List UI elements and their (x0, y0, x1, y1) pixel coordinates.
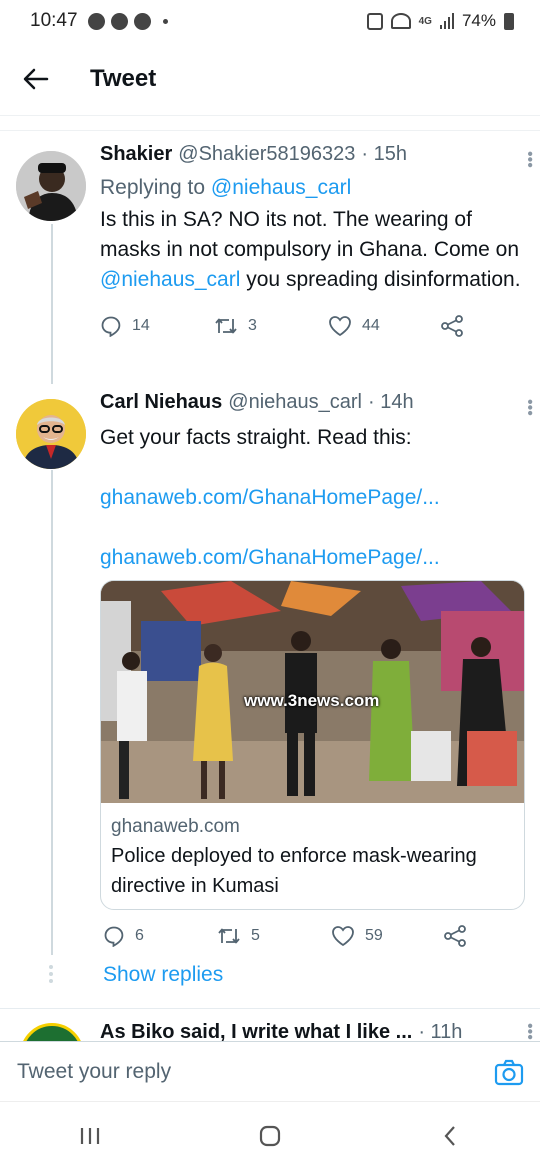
like-count: 44 (362, 317, 380, 334)
more-notifications-icon (162, 18, 168, 24)
tweet-carl-niehaus[interactable]: Carl Niehaus @niehaus_carl · 14h Get you… (0, 391, 540, 961)
timestamp: · 11h (418, 1021, 463, 1041)
share-button[interactable] (440, 315, 464, 337)
article-link-2[interactable]: ghanaweb.com/GhanaHomePage/... (100, 543, 525, 573)
retweet-icon (218, 928, 240, 944)
hotspot-icon (390, 13, 411, 29)
tweet-header: Carl Niehaus @niehaus_carl · 14h (100, 391, 525, 421)
handle[interactable]: @Shakier58196323 (178, 143, 355, 166)
replying-to: Replying to @niehaus_carl (100, 173, 525, 203)
card-title: Police deployed to enforce mask-wearing … (111, 845, 477, 897)
retweet-button[interactable]: 3 (214, 316, 328, 336)
system-navigation-bar (0, 1101, 540, 1170)
replying-prefix: Replying to (100, 176, 206, 199)
recent-apps-button[interactable] (60, 1116, 120, 1156)
avatar[interactable] (20, 1023, 84, 1041)
retweet-icon (215, 318, 237, 334)
tweet-text: Get your facts straight. Read this: (100, 426, 412, 449)
like-count: 59 (365, 927, 383, 944)
mention-link[interactable]: @niehaus_carl (100, 268, 240, 291)
thread-dots (49, 965, 53, 986)
reply-count: 6 (135, 927, 144, 944)
reply-count: 14 (132, 317, 150, 334)
chevron-left-icon (444, 1126, 455, 1146)
card-image: www.3news.com (101, 581, 524, 803)
avatar[interactable] (16, 151, 86, 221)
avatar[interactable] (16, 399, 86, 469)
status-bar: 10:47 4G 74% (0, 0, 540, 42)
tweet-text-part: Is this in SA? NO its not. The wearing o… (100, 208, 520, 261)
signal-icon (439, 13, 454, 29)
home-button[interactable] (240, 1116, 300, 1156)
chrome-notification-icon (87, 12, 105, 30)
avatar-image (16, 399, 86, 469)
share-button[interactable] (443, 925, 467, 947)
more-options-icon[interactable]: ••• (521, 151, 538, 168)
display-name[interactable]: As Biko said, I write what I like ... (100, 1021, 412, 1041)
reply-input[interactable]: Tweet your reply (17, 1060, 171, 1084)
tweet-header: Shakier @Shakier58196323 · 15h (100, 143, 525, 173)
recent-apps-icon (80, 1128, 100, 1144)
next-tweet-partial[interactable]: As Biko said, I write what I like ... · … (0, 1009, 540, 1041)
link-preview-card[interactable]: www.3news.com ghanaweb.com Police deploy… (100, 580, 525, 910)
divider (0, 130, 540, 131)
more-options-icon[interactable]: ••• (521, 1023, 538, 1040)
whatsapp-notification-icon (110, 12, 128, 30)
network-type: 4G (418, 15, 432, 27)
arrow-left-icon (23, 68, 49, 89)
display-name[interactable]: Carl Niehaus (100, 391, 222, 414)
action-bar: 14 3 44 (100, 311, 525, 341)
display-name[interactable]: Shakier (100, 143, 172, 166)
camera-icon[interactable] (494, 1058, 524, 1088)
share-icon (444, 925, 466, 947)
action-bar: 6 5 59 (103, 921, 467, 951)
home-icon (259, 1125, 281, 1147)
card-domain: ghanaweb.com (111, 816, 240, 837)
retweet-count: 5 (251, 927, 260, 944)
more-options-icon[interactable]: ••• (521, 399, 538, 416)
reply-composer[interactable]: Tweet your reply (0, 1041, 540, 1101)
like-button[interactable]: 59 (331, 925, 443, 947)
replying-to-link[interactable]: @niehaus_carl (211, 176, 351, 199)
article-link[interactable]: ghanaweb.com/GhanaHomePage/... (100, 483, 525, 513)
heart-icon (329, 316, 351, 337)
battery-percent: 74% (461, 11, 496, 30)
retweet-button[interactable]: 5 (217, 926, 331, 946)
tweet-text: Is this in SA? NO its not. The wearing o… (100, 205, 525, 295)
battery-icon (504, 12, 514, 30)
heart-icon (332, 926, 354, 947)
tweet-header: As Biko said, I write what I like ... · … (100, 1021, 462, 1041)
back-nav-button[interactable] (420, 1116, 480, 1156)
tweet-shakier[interactable]: Shakier @Shakier58196323 · 15h Replying … (0, 143, 540, 383)
reply-icon (104, 926, 124, 947)
like-button[interactable]: 44 (328, 315, 440, 337)
reply-button[interactable]: 6 (103, 925, 217, 947)
lock-icon (366, 12, 383, 30)
page-title: Tweet (90, 64, 157, 92)
top-app-bar: Tweet (0, 42, 540, 116)
show-replies-link[interactable]: Show replies (103, 963, 223, 987)
status-time: 10:47 (30, 10, 78, 31)
handle[interactable]: @niehaus_carl (228, 391, 362, 414)
back-button[interactable] (0, 42, 76, 116)
retweet-count: 3 (248, 317, 257, 334)
share-icon (441, 315, 463, 337)
reply-icon (101, 316, 121, 337)
image-watermark: www.3news.com (244, 691, 380, 710)
timestamp: · 14h (367, 391, 414, 413)
avatar-image (16, 151, 86, 221)
reply-button[interactable]: 14 (100, 315, 214, 337)
tweet-text-part-2: you spreading disinformation. (246, 268, 521, 291)
timestamp: · 15h (361, 143, 407, 165)
chrome-notification-icon-2 (133, 12, 151, 30)
